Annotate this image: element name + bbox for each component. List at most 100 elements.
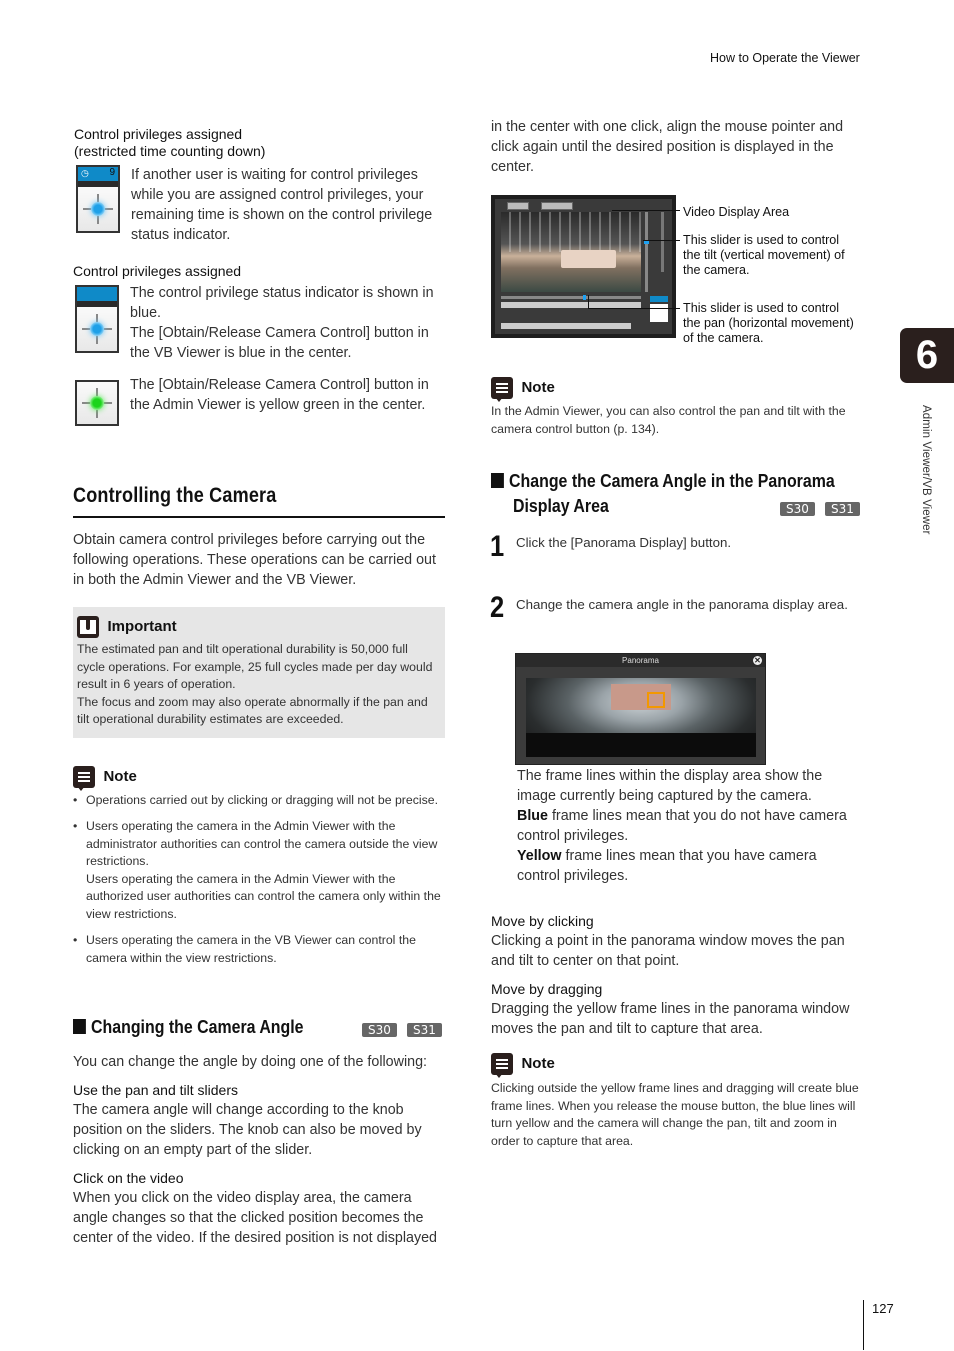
note-icon — [73, 766, 95, 791]
important-heading: Important — [107, 618, 177, 636]
list-item: Users operating the camera in the VB Vie… — [73, 932, 445, 967]
subsection-title-text: Change the Camera Angle in the Panorama — [509, 470, 835, 491]
note-heading: Note — [521, 1055, 555, 1073]
panorama-image[interactable] — [526, 678, 756, 757]
camera-control-button-green-icon — [75, 380, 119, 426]
subsection-title-line2: Display Area — [513, 495, 609, 516]
callout-pan-slider: This slider is used to control the pan (… — [683, 301, 854, 345]
video-display-area — [501, 212, 641, 292]
pan-slider-knob — [583, 295, 586, 300]
section-intro: Obtain camera control privileges before … — [73, 532, 436, 588]
paragraph: The focus and zoom may also operate abno… — [77, 694, 428, 727]
step-text: Click the [Panorama Display] button. — [516, 535, 732, 550]
model-badge: S31 — [407, 1023, 442, 1037]
display-select — [541, 202, 573, 210]
paragraph: Yellow frame lines mean that you have ca… — [517, 846, 857, 886]
paragraph: The [Obtain/Release Camera Control] butt… — [130, 325, 429, 361]
note-list: Operations carried out by clicking or dr… — [73, 792, 445, 976]
chapter-tab: 6 — [900, 328, 954, 383]
note-heading-row: Note — [491, 1053, 555, 1078]
bold-term: Blue — [517, 808, 548, 824]
camera-control-button — [650, 304, 668, 322]
text: frame lines mean that you do not have ca… — [517, 808, 847, 844]
callout-line — [612, 210, 680, 211]
note-heading: Note — [521, 379, 555, 397]
list-item: Users operating the camera in the Admin … — [73, 818, 445, 924]
subsection-title-text: Changing the Camera Angle — [91, 1016, 304, 1037]
subsection-intro: You can change the angle by doing one of… — [73, 1054, 427, 1070]
model-badge: S31 — [825, 502, 860, 516]
subsection-title: Changing the Camera Angle — [73, 1016, 304, 1038]
step-number: 2 — [490, 591, 505, 624]
footer-divider — [863, 1300, 864, 1350]
note-heading: Note — [103, 768, 137, 786]
zoom-slider — [661, 212, 664, 272]
viewer-screenshot — [491, 195, 676, 338]
square-bullet-icon — [491, 473, 504, 488]
paragraph: Blue frame lines mean that you do not ha… — [517, 806, 857, 846]
method-text: Dragging the yellow frame lines in the p… — [491, 1001, 850, 1037]
countdown-value: 9 — [109, 167, 115, 178]
model-badge: S30 — [780, 502, 815, 516]
important-text: The estimated pan and tilt operational d… — [77, 641, 437, 729]
method-text: The camera angle will change according t… — [73, 1102, 422, 1158]
method-title: Use the pan and tilt sliders — [73, 1082, 238, 1098]
crosshair-icon — [83, 194, 113, 224]
list-item: Operations carried out by clicking or dr… — [73, 792, 445, 810]
note-text: In the Admin Viewer, you can also contro… — [491, 404, 846, 436]
method-title: Move by dragging — [491, 981, 603, 997]
close-icon[interactable]: ✕ — [753, 656, 762, 665]
square-bullet-icon — [73, 1019, 86, 1034]
preset-select — [501, 323, 631, 329]
callout-line — [643, 240, 680, 241]
model-badge: S30 — [362, 1023, 397, 1037]
camera-frame-lines[interactable] — [647, 692, 665, 708]
page-number: 127 — [872, 1301, 894, 1316]
panorama-title: Panorama — [622, 656, 659, 665]
note-icon — [491, 377, 513, 402]
privilege-desc: If another user is waiting for control p… — [131, 167, 433, 243]
section-title: Controlling the Camera — [73, 484, 277, 507]
note-heading-row: Note — [491, 377, 555, 402]
bullet-text: Operations carried out by clicking or dr… — [86, 793, 439, 807]
privilege-desc: The control privilege status indicator i… — [130, 283, 435, 363]
step-number: 1 — [490, 530, 505, 563]
crosshair-icon — [82, 388, 112, 418]
method-text: When you click on the video display area… — [73, 1190, 437, 1246]
section-divider — [73, 516, 445, 518]
frame-description: The frame lines within the display area … — [517, 766, 857, 886]
callout-line — [588, 295, 589, 308]
label-line: Control privileges assigned — [74, 126, 243, 142]
method-text: Clicking a point in the panorama window … — [491, 933, 845, 969]
note-text: Clicking outside the yellow frame lines … — [491, 1081, 859, 1148]
callout-video-area: Video Display Area — [683, 205, 790, 219]
paragraph: The estimated pan and tilt operational d… — [77, 642, 433, 692]
callout-tilt-slider: This slider is used to control the tilt … — [683, 233, 845, 277]
running-head: How to Operate the Viewer — [710, 51, 860, 65]
note-heading-row: Note — [73, 766, 137, 791]
bullet-text: Users operating the camera in the Admin … — [86, 819, 438, 869]
subsection-title: Change the Camera Angle in the Panorama — [491, 470, 835, 492]
pan-slider — [501, 296, 641, 299]
tilt-slider — [645, 212, 648, 292]
bullet-text: Users operating the camera in the VB Vie… — [86, 933, 416, 965]
method-title: Click on the video — [73, 1170, 184, 1186]
step-text: Change the camera angle in the panorama … — [516, 597, 848, 612]
important-heading-row: Important — [77, 616, 177, 638]
method-title: Move by clicking — [491, 913, 594, 929]
text: frame lines mean that you have camera co… — [517, 848, 817, 884]
privilege-label-assigned: Control privileges assigned — [73, 263, 242, 279]
privilege-indicator-countdown-icon: ◷ 9 — [76, 165, 120, 233]
continuation-text: in the center with one click, align the … — [491, 119, 844, 175]
size-select — [507, 202, 529, 210]
paragraph: The frame lines within the display area … — [517, 768, 823, 804]
paragraph: The control privilege status indicator i… — [130, 285, 434, 321]
chapter-label: Admin Viewer/VB Viewer — [920, 405, 932, 535]
panorama-window: Panorama ✕ — [515, 653, 766, 765]
privilege-indicator-blue-icon — [75, 285, 119, 353]
note-icon — [491, 1053, 513, 1078]
crosshair-icon — [82, 314, 112, 344]
important-box: Important The estimated pan and tilt ope… — [73, 607, 445, 738]
bold-term: Yellow — [517, 848, 562, 864]
bullet-text: Users operating the camera in the Admin … — [86, 871, 441, 922]
